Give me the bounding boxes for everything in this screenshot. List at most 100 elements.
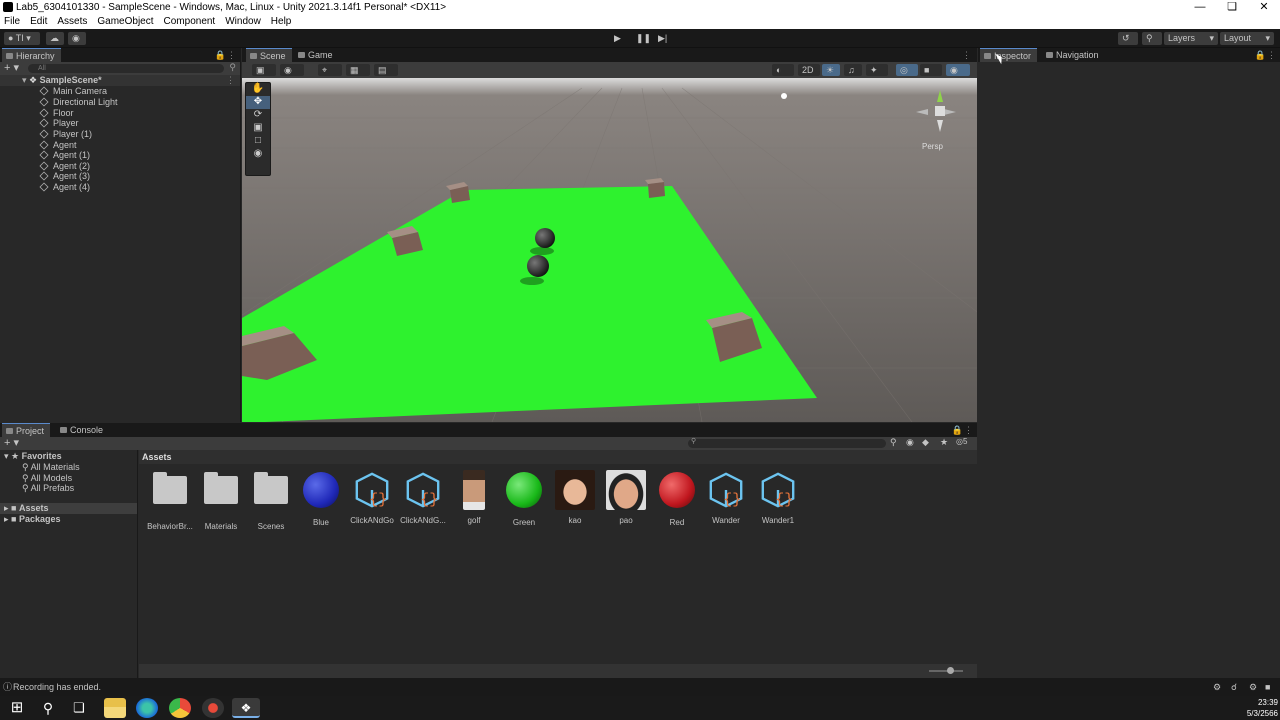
minimize-button[interactable]: —	[1185, 0, 1215, 15]
search-icon[interactable]: ⚲	[1142, 32, 1162, 45]
kebab-menu-icon[interactable]: ⋮	[962, 48, 971, 62]
pause-button[interactable]: ❚❚	[632, 32, 651, 45]
hierarchy-search-input[interactable]: All	[28, 64, 224, 73]
tab-navigation[interactable]: Navigation	[1042, 48, 1105, 62]
zoom-slider-handle[interactable]	[947, 667, 954, 674]
lock-icon[interactable]: 🔒	[215, 48, 226, 62]
search-options-icon[interactable]: ⚲	[229, 62, 236, 73]
shading-icon[interactable]: ◐	[772, 64, 794, 76]
recorder-app-icon[interactable]	[202, 698, 224, 718]
zoom-slider[interactable]	[929, 670, 963, 672]
tree-item-packages[interactable]: ▸ ■ Packages	[4, 514, 61, 525]
cloud-icon[interactable]: ☁	[46, 32, 64, 45]
file-explorer-icon[interactable]	[104, 698, 126, 718]
effects-icon[interactable]: ✦	[866, 64, 888, 76]
add-icon[interactable]: + ▾	[4, 61, 19, 74]
asset-folder-behaviorbr[interactable]: BehaviorBr...	[146, 470, 194, 531]
hierarchy-item-main-camera[interactable]: Main Camera	[39, 86, 107, 97]
grid-snap-icon[interactable]: ▦	[346, 64, 370, 76]
asset-script-clickandg2[interactable]: {} ClickANdG...	[399, 470, 447, 525]
history-icon[interactable]: ↺	[1118, 32, 1138, 45]
asset-image-pao[interactable]: pao	[602, 470, 650, 525]
tab-game[interactable]: Game	[294, 48, 339, 62]
progress-icon[interactable]: ⚙	[1213, 678, 1221, 696]
asset-material-green[interactable]: Green	[500, 470, 548, 527]
asset-material-blue[interactable]: Blue	[297, 470, 345, 527]
bug-icon[interactable]: ⚙	[1249, 678, 1257, 696]
layers-dropdown[interactable]: Layers ▾	[1164, 32, 1218, 45]
gizmos-icon[interactable]: ◉	[946, 64, 970, 76]
hierarchy-item-agent-3[interactable]: Agent (3)	[39, 171, 90, 182]
scene-viewport[interactable]: ✋ ✥ ⟳ ▣ □ ◉ Persp	[242, 78, 977, 422]
tab-hierarchy[interactable]: Hierarchy	[2, 48, 61, 62]
search-icon[interactable]: ⚲	[37, 698, 59, 718]
add-icon[interactable]: + ▾	[4, 436, 19, 449]
search-type-icon[interactable]: ⚲	[890, 437, 897, 448]
account-dropdown[interactable]: ● TI ▾	[4, 32, 40, 45]
scale-tool-icon[interactable]: ▣	[246, 122, 270, 135]
kebab-menu-icon[interactable]: ⋮	[1267, 48, 1276, 62]
layout-dropdown[interactable]: Layout ▾	[1220, 32, 1274, 45]
kebab-menu-icon[interactable]: ⋮	[226, 75, 235, 86]
global-icon[interactable]: ◉	[280, 64, 304, 76]
orientation-gizmo[interactable]	[910, 86, 960, 136]
asset-script-wander1[interactable]: {} Wander1	[754, 470, 802, 525]
transform-tool-icon[interactable]: ◉	[246, 148, 270, 161]
asset-image-kao[interactable]: kao	[551, 470, 599, 525]
hierarchy-item-player-1[interactable]: Player (1)	[39, 129, 92, 140]
star-icon[interactable]: ★	[940, 437, 948, 448]
play-button[interactable]: ▶	[610, 32, 628, 45]
expand-arrow-icon[interactable]: ▾	[22, 75, 27, 85]
tab-scene[interactable]: Scene	[246, 48, 292, 62]
asset-script-wander[interactable]: {} Wander	[702, 470, 750, 525]
scene-root-item[interactable]: ▾ ❖ SampleScene* ⋮	[0, 75, 240, 86]
lighting-status-icon[interactable]: ■	[1265, 678, 1270, 696]
tab-project[interactable]: Project	[2, 423, 51, 437]
hierarchy-item-agent-1[interactable]: Agent (1)	[39, 150, 90, 161]
menu-help[interactable]: Help	[271, 15, 292, 29]
hidden-count-badge[interactable]: ◎5	[956, 437, 967, 446]
mode-2d-button[interactable]: 2D	[798, 64, 820, 76]
chrome-browser-icon[interactable]	[169, 698, 191, 718]
favorites-section[interactable]: ▾ ★ Favorites	[4, 451, 62, 462]
hierarchy-item-directional-light[interactable]: Directional Light	[39, 97, 118, 108]
status-message[interactable]: Recording has ended.	[13, 678, 101, 696]
tree-item-assets[interactable]: ▸ ■ Assets	[0, 503, 137, 514]
snap-icon[interactable]: ⌖	[318, 64, 342, 76]
asset-script-clickandgo[interactable]: {} ClickANdGo	[348, 470, 396, 525]
kebab-menu-icon[interactable]: ⋮	[227, 48, 236, 62]
asset-folder-materials[interactable]: Materials	[197, 470, 245, 531]
system-clock[interactable]: 23:39 5/3/2566	[1236, 697, 1278, 719]
maximize-button[interactable]: ❏	[1217, 0, 1247, 15]
camera-icon[interactable]: ■	[920, 64, 942, 76]
tag-icon[interactable]: ◆	[922, 437, 929, 448]
visibility-icon[interactable]: ◎	[896, 64, 918, 76]
lock-icon[interactable]: 🔒	[952, 423, 963, 437]
filter-label-icon[interactable]: ◉	[906, 437, 914, 448]
increment-snap-icon[interactable]: ▤	[374, 64, 398, 76]
draw-mode-icon[interactable]: ▣	[252, 64, 276, 76]
menu-assets[interactable]: Assets	[57, 15, 87, 29]
collab-icon[interactable]: ◉	[68, 32, 86, 45]
menu-file[interactable]: File	[4, 15, 20, 29]
asset-folder-scenes[interactable]: Scenes	[247, 470, 295, 531]
edge-browser-icon[interactable]	[136, 698, 158, 718]
persp-label[interactable]: Persp	[922, 142, 943, 151]
asset-material-red[interactable]: Red	[653, 470, 701, 527]
network-icon[interactable]: ☌	[1231, 678, 1237, 696]
step-button[interactable]: ▶|	[654, 32, 672, 45]
close-window-button[interactable]: ✕	[1249, 0, 1279, 15]
lighting-icon[interactable]: ☀	[822, 64, 840, 76]
tab-console[interactable]: Console	[56, 423, 109, 437]
menu-window[interactable]: Window	[225, 15, 261, 29]
menu-gameobject[interactable]: GameObject	[97, 15, 153, 29]
kebab-menu-icon[interactable]: ⋮	[964, 423, 973, 437]
project-search-input[interactable]: ⚲	[688, 438, 886, 448]
menu-component[interactable]: Component	[164, 15, 216, 29]
breadcrumb-assets[interactable]: Assets	[142, 452, 172, 462]
rect-tool-icon[interactable]: □	[246, 135, 270, 148]
hand-tool-icon[interactable]: ✋	[246, 83, 270, 96]
favorite-all-prefabs[interactable]: ⚲ All Prefabs	[22, 483, 74, 494]
move-tool-icon[interactable]: ✥	[246, 96, 270, 109]
hierarchy-item-player[interactable]: Player	[39, 118, 79, 129]
